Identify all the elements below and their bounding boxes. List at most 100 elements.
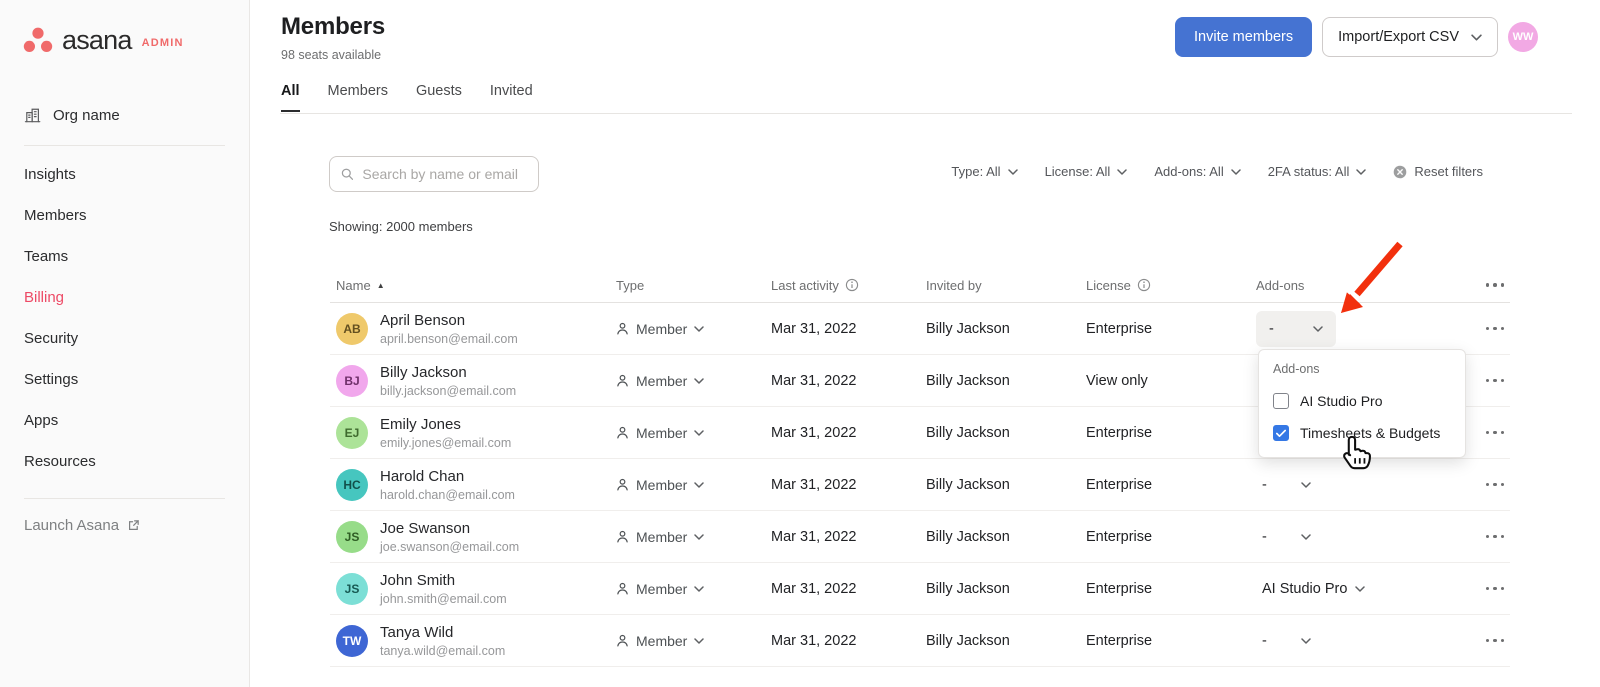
ellipsis-icon — [1484, 529, 1507, 545]
ellipsis-icon — [1484, 477, 1507, 493]
reset-filters-icon — [1393, 165, 1407, 179]
addon-option-label: Timesheets & Budgets — [1300, 425, 1440, 441]
addons-cell: - — [1250, 633, 1460, 649]
sidebar-item-security[interactable]: Security — [0, 318, 249, 359]
filter-license[interactable]: License: All — [1045, 164, 1128, 179]
person-icon — [616, 426, 629, 439]
chevron-down-icon — [1355, 586, 1365, 592]
person-icon — [616, 582, 629, 595]
last-activity-value: Mar 31, 2022 — [765, 477, 920, 493]
sidebar-item-settings[interactable]: Settings — [0, 359, 249, 400]
import-export-csv-button[interactable]: Import/Export CSV — [1322, 17, 1498, 57]
asana-logo: asana ADMIN — [0, 0, 249, 54]
tab-invited[interactable]: Invited — [490, 83, 533, 112]
member-email: billy.jackson@email.com — [380, 384, 516, 398]
chevron-down-icon — [1471, 34, 1482, 41]
member-name: April Benson — [380, 312, 518, 329]
checkbox-checked[interactable] — [1273, 425, 1289, 441]
reset-filters-button[interactable]: Reset filters — [1393, 164, 1483, 179]
member-name: John Smith — [380, 572, 507, 589]
column-label: Invited by — [926, 278, 982, 293]
addons-cell: - — [1250, 311, 1460, 347]
column-header-addons: Add-ons — [1250, 278, 1460, 293]
row-menu-button[interactable] — [1484, 477, 1511, 493]
sidebar-item-org[interactable]: Org name — [23, 104, 249, 126]
member-email: tanya.wild@email.com — [380, 644, 505, 658]
addons-dropdown-open[interactable]: - — [1256, 311, 1336, 347]
table-options-button[interactable] — [1478, 277, 1511, 293]
row-menu-button[interactable] — [1484, 373, 1511, 389]
sidebar-item-billing[interactable]: Billing — [0, 277, 249, 318]
sidebar-item-members[interactable]: Members — [0, 195, 249, 236]
table-row: TW Tanya Wild tanya.wild@email.com Membe… — [330, 615, 1510, 667]
row-menu-button[interactable] — [1484, 529, 1511, 545]
member-email: john.smith@email.com — [380, 592, 507, 606]
filter-2fa-status[interactable]: 2FA status: All — [1268, 164, 1367, 179]
info-icon — [1137, 278, 1151, 292]
tab-guests[interactable]: Guests — [416, 83, 462, 112]
addons-dropdown[interactable]: - — [1256, 477, 1311, 493]
member-tabs: All Members Guests Invited — [281, 83, 533, 112]
license-value: Enterprise — [1080, 529, 1250, 545]
type-dropdown[interactable]: Member — [610, 529, 765, 545]
column-header-name[interactable]: Name ▲ — [330, 278, 610, 293]
chevron-down-icon — [1301, 482, 1311, 488]
sidebar-item-apps[interactable]: Apps — [0, 400, 249, 441]
sidebar-item-teams[interactable]: Teams — [0, 236, 249, 277]
user-avatar[interactable]: WW — [1508, 22, 1538, 52]
addons-dropdown[interactable]: - — [1256, 633, 1311, 649]
addon-option[interactable]: AI Studio Pro — [1259, 385, 1465, 417]
type-value: Member — [636, 321, 687, 337]
main-content: Members 98 seats available Invite member… — [250, 0, 1600, 687]
type-dropdown[interactable]: Member — [610, 633, 765, 649]
type-dropdown[interactable]: Member — [610, 373, 765, 389]
addons-cell: AI Studio Pro — [1250, 581, 1460, 597]
table-row: JS Joe Swanson joe.swanson@email.com Mem… — [330, 511, 1510, 563]
ellipsis-icon — [1484, 373, 1507, 389]
invited-by-value: Billy Jackson — [920, 633, 1080, 649]
addons-dropdown[interactable]: AI Studio Pro — [1256, 581, 1365, 597]
org-name-label: Org name — [53, 107, 120, 124]
member-cell: JS John Smith john.smith@email.com — [330, 572, 610, 606]
member-name: Billy Jackson — [380, 364, 516, 381]
admin-badge: ADMIN — [142, 37, 184, 49]
type-dropdown[interactable]: Member — [610, 425, 765, 441]
type-dropdown[interactable]: Member — [610, 581, 765, 597]
license-value: Enterprise — [1080, 633, 1250, 649]
csv-button-label: Import/Export CSV — [1338, 29, 1459, 45]
filter-type[interactable]: Type: All — [951, 164, 1017, 179]
sidebar-item-resources[interactable]: Resources — [0, 441, 249, 482]
info-icon — [845, 278, 859, 292]
last-activity-value: Mar 31, 2022 — [765, 633, 920, 649]
filter-add-ons[interactable]: Add-ons: All — [1154, 164, 1240, 179]
invite-members-button[interactable]: Invite members — [1175, 17, 1312, 57]
member-cell: BJ Billy Jackson billy.jackson@email.com — [330, 364, 610, 398]
launch-asana-link[interactable]: Launch Asana — [0, 507, 249, 544]
table-row: HC Harold Chan harold.chan@email.com Mem… — [330, 459, 1510, 511]
addon-option[interactable]: Timesheets & Budgets — [1259, 417, 1465, 449]
sort-asc-icon: ▲ — [377, 281, 385, 290]
chevron-down-icon — [694, 326, 704, 332]
filter-label: 2FA status: All — [1268, 164, 1350, 179]
last-activity-value: Mar 31, 2022 — [765, 321, 920, 337]
row-menu-button[interactable] — [1484, 425, 1511, 441]
tab-members[interactable]: Members — [328, 83, 388, 112]
license-value: Enterprise — [1080, 321, 1250, 337]
avatar: JS — [336, 521, 368, 553]
checkbox-unchecked[interactable] — [1273, 393, 1289, 409]
addons-value: - — [1262, 477, 1267, 493]
row-menu-button[interactable] — [1484, 321, 1511, 337]
avatar: TW — [336, 625, 368, 657]
tab-all[interactable]: All — [281, 83, 300, 112]
type-dropdown[interactable]: Member — [610, 321, 765, 337]
row-menu-button[interactable] — [1484, 633, 1511, 649]
sidebar-item-insights[interactable]: Insights — [0, 154, 249, 195]
search-box[interactable] — [329, 156, 539, 192]
row-menu-button[interactable] — [1484, 581, 1511, 597]
addons-popup: Add-ons AI Studio ProTimesheets & Budget… — [1258, 349, 1466, 458]
member-cell: HC Harold Chan harold.chan@email.com — [330, 468, 610, 502]
search-input[interactable] — [362, 166, 527, 182]
addons-dropdown[interactable]: - — [1256, 529, 1311, 545]
type-dropdown[interactable]: Member — [610, 477, 765, 493]
members-table: Name ▲ Type Last activity Invited by Lic… — [330, 268, 1510, 667]
